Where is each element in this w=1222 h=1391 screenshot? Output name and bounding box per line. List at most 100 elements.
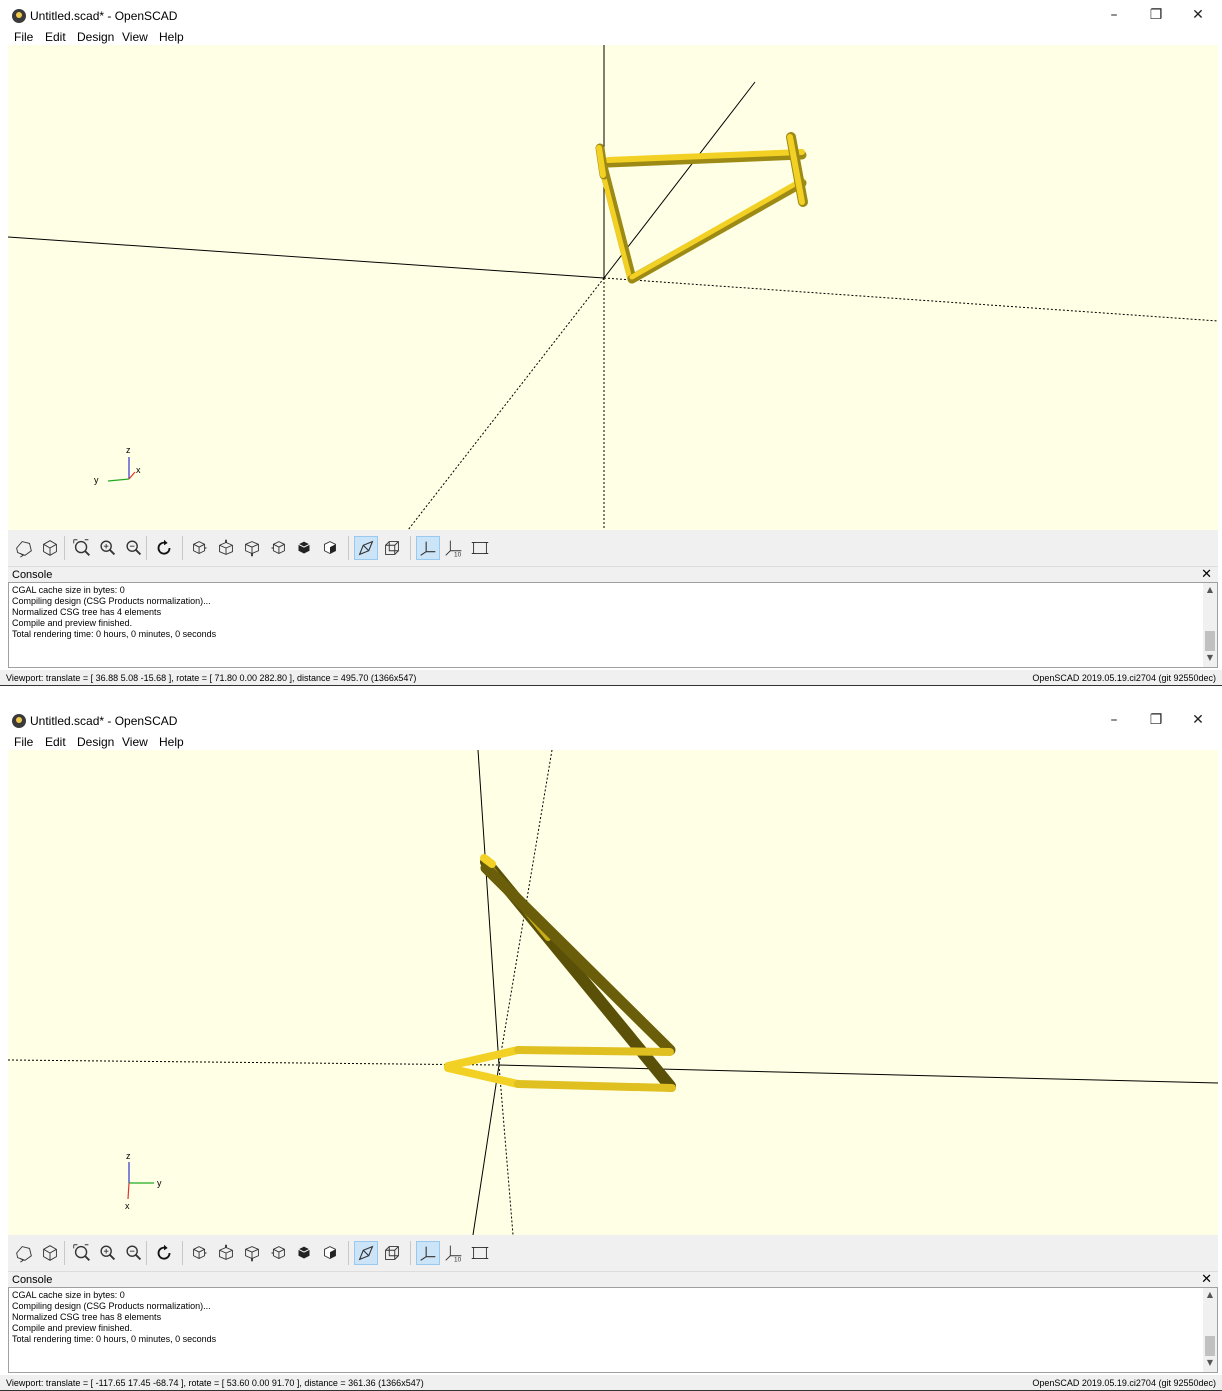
console-close-button[interactable]: ✕ [1201,567,1212,582]
orthogonal-button[interactable] [380,1241,404,1265]
render-button[interactable] [12,1241,36,1265]
show-scale-button[interactable]: 10 [442,536,466,560]
menu-edit[interactable]: Edit [45,30,66,44]
menu-bar: File Edit Design View Help [0,733,1222,751]
scroll-thumb[interactable] [1205,1336,1215,1356]
console-line: Normalized CSG tree has 8 elements [12,1312,162,1322]
orthogonal-button[interactable] [380,536,404,560]
openscad-window-1: Untitled.scad* - OpenSCAD – ❐ ✕ File Edi… [0,0,1222,686]
show-scale-button[interactable]: 10 [442,1241,466,1265]
console-line: CGAL cache size in bytes: 0 [12,585,125,595]
zoom-in-button[interactable] [96,1241,120,1265]
view-top-button[interactable] [214,536,238,560]
console-output[interactable]: CGAL cache size in bytes: 0 Compiling de… [8,1287,1218,1373]
scroll-up-icon[interactable]: ▲ [1203,1290,1217,1302]
menu-view[interactable]: View [122,30,148,44]
preview-button[interactable] [38,536,62,560]
view-right-button[interactable] [188,536,212,560]
perspective-button[interactable] [354,1241,378,1265]
console-output[interactable]: CGAL cache size in bytes: 0 Compiling de… [8,582,1218,668]
scroll-thumb[interactable] [1205,631,1215,651]
toolbar-separator [64,1241,65,1265]
render-button[interactable] [12,536,36,560]
zoom-in-icon [100,540,116,556]
console-title: Console [12,569,53,581]
close-button[interactable]: ✕ [1178,707,1218,733]
scroll-down-icon[interactable]: ▼ [1203,1358,1217,1370]
view-right-button[interactable] [188,1241,212,1265]
show-axes-button[interactable] [416,1241,440,1265]
view-back-icon [324,541,336,555]
status-bar: Viewport: translate = [ -117.65 17.45 -6… [0,1375,1222,1391]
menu-help[interactable]: Help [159,735,184,749]
view-left-button[interactable] [266,536,290,560]
scroll-down-icon[interactable]: ▼ [1203,653,1217,665]
axis-label-x: x [125,1201,130,1211]
render-icon [16,541,32,558]
viewport-toolbar: 10 [8,1235,1218,1271]
model-frame [595,132,808,284]
preview-button[interactable] [38,1241,62,1265]
show-scale-icon: 10 [445,1245,462,1263]
toolbar-separator [410,1241,411,1265]
view-top-icon [219,1244,233,1260]
view-front-button[interactable] [292,1241,316,1265]
view-top-button[interactable] [214,1241,238,1265]
view-all-icon [73,1244,90,1261]
menu-design[interactable]: Design [77,735,114,749]
perspective-button[interactable] [354,536,378,560]
show-edges-button[interactable] [468,536,492,560]
close-button[interactable]: ✕ [1178,2,1218,28]
view-bottom-button[interactable] [240,1241,264,1265]
view-all-button[interactable] [70,1241,94,1265]
view-right-icon [193,541,208,555]
zoom-out-button[interactable] [122,1241,146,1265]
console-scrollbar[interactable]: ▲ ▼ [1203,583,1217,667]
view-all-button[interactable] [70,536,94,560]
console-line: Compile and preview finished. [12,618,133,628]
zoom-out-button[interactable] [122,536,146,560]
view-bottom-button[interactable] [240,536,264,560]
reset-view-button[interactable] [152,1241,176,1265]
view-front-button[interactable] [292,536,316,560]
view-left-button[interactable] [266,1241,290,1265]
menu-design[interactable]: Design [77,30,114,44]
menu-file[interactable]: File [14,30,33,44]
menu-file[interactable]: File [14,735,33,749]
view-all-icon [73,539,90,556]
view-top-icon [219,539,233,555]
axes-indicator: z y x [94,445,141,485]
console-header: Console ✕ [8,566,1218,582]
show-edges-button[interactable] [468,1241,492,1265]
axis-label-x: x [136,465,141,475]
scroll-up-icon[interactable]: ▲ [1203,585,1217,597]
zoom-out-icon [126,1245,142,1261]
menu-help[interactable]: Help [159,30,184,44]
toolbar-separator [182,536,183,560]
3d-viewport[interactable]: z y x [8,750,1218,1235]
minimize-button[interactable]: – [1094,707,1134,733]
view-back-button[interactable] [318,536,342,560]
show-axes-icon [420,1246,436,1261]
view-back-button[interactable] [318,1241,342,1265]
window-title: Untitled.scad* - OpenSCAD [30,9,178,23]
restore-button[interactable]: ❐ [1136,2,1176,28]
zoom-in-button[interactable] [96,536,120,560]
menu-view[interactable]: View [122,735,148,749]
view-front-icon [298,541,310,554]
show-edges-icon [471,542,489,554]
console-close-button[interactable]: ✕ [1201,1272,1212,1287]
console-scrollbar[interactable]: ▲ ▼ [1203,1288,1217,1372]
show-axes-button[interactable] [416,536,440,560]
axis-label-z: z [126,445,131,455]
minimize-button[interactable]: – [1094,2,1134,28]
3d-viewport[interactable]: z y x [8,45,1218,530]
perspective-icon [358,540,374,556]
menu-edit[interactable]: Edit [45,735,66,749]
toolbar-separator [348,536,349,560]
render-icon [16,1246,32,1263]
reset-view-button[interactable] [152,536,176,560]
restore-button[interactable]: ❐ [1136,707,1176,733]
toolbar-separator [410,536,411,560]
version-status: OpenSCAD 2019.05.19.ci2704 (git 92550dec… [1032,1378,1216,1388]
